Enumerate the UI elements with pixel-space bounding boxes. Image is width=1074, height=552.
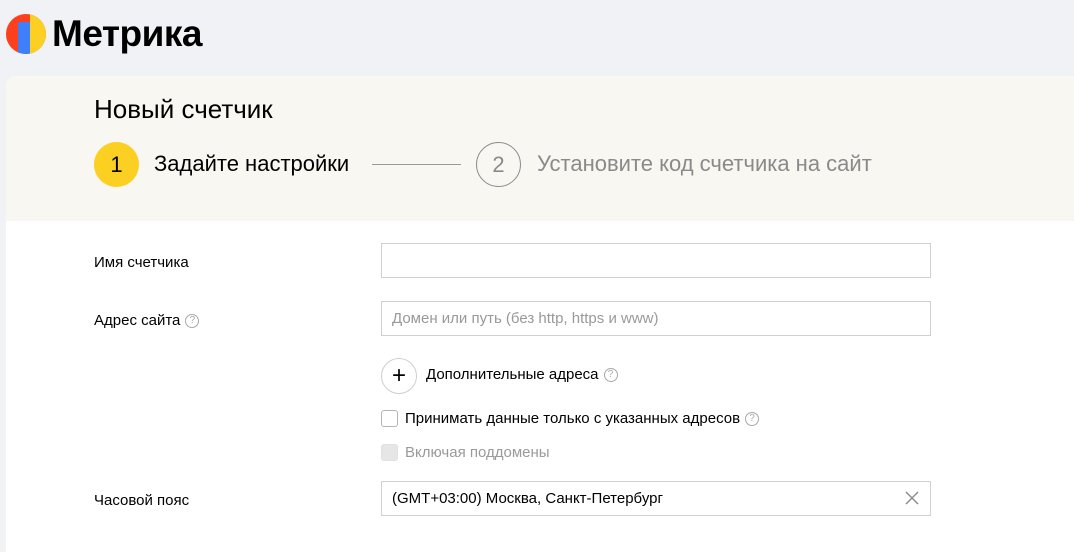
additional-addresses-label[interactable]: Дополнительные адреса xyxy=(426,366,599,383)
logo[interactable]: Метрика xyxy=(6,13,202,55)
step-divider xyxy=(372,164,461,165)
accept-only-listed-row[interactable]: Принимать данные только с указанных адре… xyxy=(381,410,760,427)
site-address-label-text: Адрес сайта xyxy=(94,312,181,329)
step-2-label: Установите код счетчика на сайт xyxy=(537,151,872,176)
page-title: Новый счетчик xyxy=(94,94,273,124)
close-icon[interactable] xyxy=(904,490,920,506)
question-icon[interactable]: ? xyxy=(603,367,618,382)
accept-only-listed-label[interactable]: Принимать данные только с указанных адре… xyxy=(405,410,740,427)
step-2-indicator: 2 xyxy=(476,142,521,187)
accept-only-listed-checkbox[interactable] xyxy=(381,410,398,427)
additional-addresses[interactable]: Дополнительные адреса ? xyxy=(426,366,618,383)
timezone-label: Часовой пояс xyxy=(94,492,189,509)
include-subdomains-row: Включая поддомены xyxy=(381,444,550,461)
site-address-label: Адрес сайта ? xyxy=(94,312,200,329)
timezone-label-text: Часовой пояс xyxy=(94,492,190,509)
logo-text: Метрика xyxy=(52,13,202,54)
card-header: Новый счетчик 1 Задайте настройки 2 Уста… xyxy=(6,76,1074,221)
timezone-select[interactable]: (GMT+03:00) Москва, Санкт-Петербург xyxy=(381,481,931,516)
plus-icon: + xyxy=(391,362,406,389)
metrika-logo-icon xyxy=(6,14,46,54)
step-1-indicator: 1 xyxy=(94,142,139,187)
question-icon[interactable]: ? xyxy=(745,411,760,426)
counter-name-label-text: Имя счетчика xyxy=(94,254,189,271)
app-header: Метрика xyxy=(0,0,1074,76)
add-address-button[interactable]: + xyxy=(381,358,417,394)
timezone-value: (GMT+03:00) Москва, Санкт-Петербург xyxy=(392,490,663,507)
counter-name-label: Имя счетчика xyxy=(94,254,189,271)
step-1-label: Задайте настройки xyxy=(154,151,350,176)
new-counter-card: Новый счетчик 1 Задайте настройки 2 Уста… xyxy=(6,76,1074,552)
counter-name-input[interactable] xyxy=(381,243,931,278)
question-icon[interactable]: ? xyxy=(185,313,200,328)
include-subdomains-checkbox xyxy=(381,444,398,461)
include-subdomains-label: Включая поддомены xyxy=(405,444,550,461)
site-address-input[interactable] xyxy=(381,301,931,336)
